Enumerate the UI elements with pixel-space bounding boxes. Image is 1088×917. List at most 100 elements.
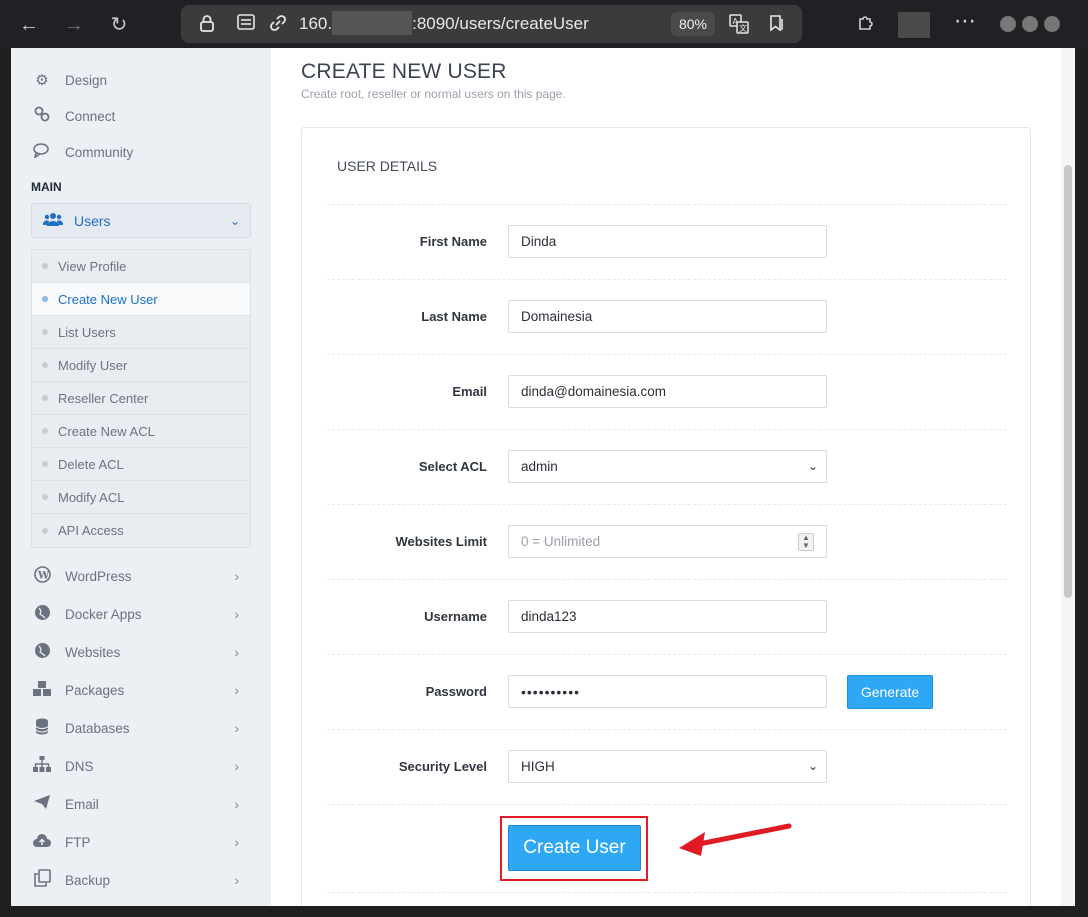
more-options-icon[interactable]: ⋯	[954, 8, 977, 34]
divider	[327, 892, 1007, 893]
main-content: CREATE NEW USER Create root, reseller or…	[271, 48, 1061, 906]
svg-text:W: W	[37, 570, 50, 581]
page-scrollbar[interactable]	[1061, 48, 1075, 906]
submenu-item-reseller-center[interactable]: Reseller Center	[32, 382, 250, 415]
submenu-item-create-new-user[interactable]: Create New User	[32, 283, 250, 316]
cloud-upload-icon	[31, 833, 53, 852]
window-minimize-button[interactable]	[1000, 16, 1016, 32]
email-label: Email	[452, 384, 487, 399]
address-bar[interactable]: 160.:8090/users/createUser 80% A文	[181, 5, 802, 43]
submenu-item-label: Modify User	[58, 357, 128, 373]
window-maximize-button[interactable]	[1022, 16, 1038, 32]
chevron-right-icon: ›	[234, 758, 239, 774]
sidebar-item-email[interactable]: Email ›	[31, 789, 251, 819]
sidebar-item-label: Websites	[65, 644, 121, 660]
last-name-field[interactable]: Domainesia	[508, 300, 827, 333]
select-acl-label: Select ACL	[418, 459, 487, 474]
password-label: Password	[425, 684, 487, 699]
chat-icon	[31, 142, 53, 162]
acl-select[interactable]: admin ⌄	[508, 450, 827, 483]
reading-list-icon[interactable]	[767, 14, 787, 34]
number-spinner-icon[interactable]: ▲ ▼	[798, 533, 814, 551]
card-title: USER DETAILS	[337, 158, 438, 174]
sidebar-item-label: Community	[65, 144, 134, 160]
sidebar-item-backup[interactable]: Backup ›	[31, 865, 251, 895]
sidebar-item-label: WordPress	[65, 568, 132, 584]
sidebar-item-community[interactable]: Community	[31, 137, 251, 167]
reload-icon[interactable]: ↻	[106, 12, 132, 38]
translate-icon[interactable]: A文	[729, 14, 749, 34]
websites-limit-placeholder: 0 = Unlimited	[521, 534, 601, 549]
generate-button[interactable]: Generate	[847, 675, 933, 709]
first-name-value: Dinda	[521, 234, 557, 249]
create-user-button[interactable]: Create User	[508, 825, 641, 871]
users-submenu: View Profile Create New User List Users …	[31, 249, 251, 548]
site-settings-icon[interactable]	[236, 14, 256, 34]
submenu-item-modify-acl[interactable]: Modify ACL	[32, 481, 250, 514]
submenu-item-api-access[interactable]: API Access	[32, 514, 250, 547]
cubes-icon	[31, 680, 53, 701]
email-field[interactable]: dinda@domainesia.com	[508, 375, 827, 408]
submenu-item-modify-user[interactable]: Modify User	[32, 349, 250, 382]
profile-avatar[interactable]	[898, 12, 930, 38]
username-field[interactable]: dinda123	[508, 600, 827, 633]
divider	[327, 804, 1007, 805]
security-level-label: Security Level	[398, 759, 487, 774]
sidebar-item-label: Backup	[65, 872, 111, 888]
highlight-box: Create User	[500, 816, 648, 881]
sidebar-item-docker-apps[interactable]: Docker Apps ›	[31, 599, 251, 629]
security-level-select[interactable]: HIGH ⌄	[508, 750, 827, 783]
bullet-icon	[42, 329, 48, 335]
submenu-item-list-users[interactable]: List Users	[32, 316, 250, 349]
first-name-field[interactable]: Dinda	[508, 225, 827, 258]
bullet-icon	[42, 428, 48, 434]
database-icon	[31, 718, 53, 739]
first-name-label: First Name	[419, 234, 487, 249]
sidebar-item-label: Connect	[65, 108, 116, 124]
lock-icon[interactable]	[197, 14, 217, 34]
chevron-right-icon: ›	[234, 568, 239, 584]
wordpress-icon: W	[31, 565, 53, 587]
sidebar-item-packages[interactable]: Packages ›	[31, 675, 251, 705]
sidebar-item-users[interactable]: Users ⌄	[31, 203, 251, 238]
back-arrow-icon[interactable]: ←	[16, 12, 42, 38]
link-icon[interactable]	[268, 14, 288, 34]
sidebar-item-connect[interactable]: Connect	[31, 101, 251, 131]
password-value: ••••••••••	[521, 683, 581, 700]
sidebar-item-ftp[interactable]: FTP ›	[31, 827, 251, 857]
divider	[327, 204, 1007, 205]
submenu-item-create-new-acl[interactable]: Create New ACL	[32, 415, 250, 448]
submenu-item-view-profile[interactable]: View Profile	[32, 250, 250, 283]
submenu-item-label: List Users	[58, 324, 116, 340]
chevron-right-icon: ›	[234, 606, 239, 622]
url-suffix: :8090/users/createUser	[412, 14, 589, 33]
divider	[327, 429, 1007, 430]
sidebar-item-wordpress[interactable]: W WordPress ›	[31, 561, 251, 591]
submenu-item-label: Delete ACL	[58, 456, 124, 472]
submenu-item-label: Modify ACL	[58, 489, 125, 505]
password-field[interactable]: ••••••••••	[508, 675, 827, 708]
sidebar-item-label: Docker Apps	[65, 606, 142, 622]
sidebar-item-label: Email	[65, 796, 99, 812]
chevron-right-icon: ›	[234, 796, 239, 812]
bullet-icon	[42, 263, 48, 269]
scrollbar-thumb[interactable]	[1064, 165, 1072, 598]
sitemap-icon	[31, 756, 53, 776]
zoom-indicator[interactable]: 80%	[671, 12, 715, 36]
sidebar-item-databases[interactable]: Databases ›	[31, 713, 251, 743]
bullet-icon	[42, 461, 48, 467]
url-text[interactable]: 160.:8090/users/createUser	[299, 11, 589, 36]
forward-arrow-icon[interactable]: →	[61, 12, 87, 38]
divider	[327, 579, 1007, 580]
globe-icon	[31, 642, 53, 663]
sidebar-item-design[interactable]: ⚙ Design	[31, 65, 251, 95]
chevron-right-icon: ›	[234, 682, 239, 698]
extensions-icon[interactable]	[856, 12, 876, 37]
annotation-arrow-icon	[679, 823, 792, 856]
sidebar-item-dns[interactable]: DNS ›	[31, 751, 251, 781]
websites-limit-field[interactable]: 0 = Unlimited ▲ ▼	[508, 525, 827, 558]
sidebar-item-websites[interactable]: Websites ›	[31, 637, 251, 667]
sidebar-item-label: Users	[74, 212, 111, 229]
window-close-button[interactable]	[1044, 16, 1060, 32]
submenu-item-delete-acl[interactable]: Delete ACL	[32, 448, 250, 481]
